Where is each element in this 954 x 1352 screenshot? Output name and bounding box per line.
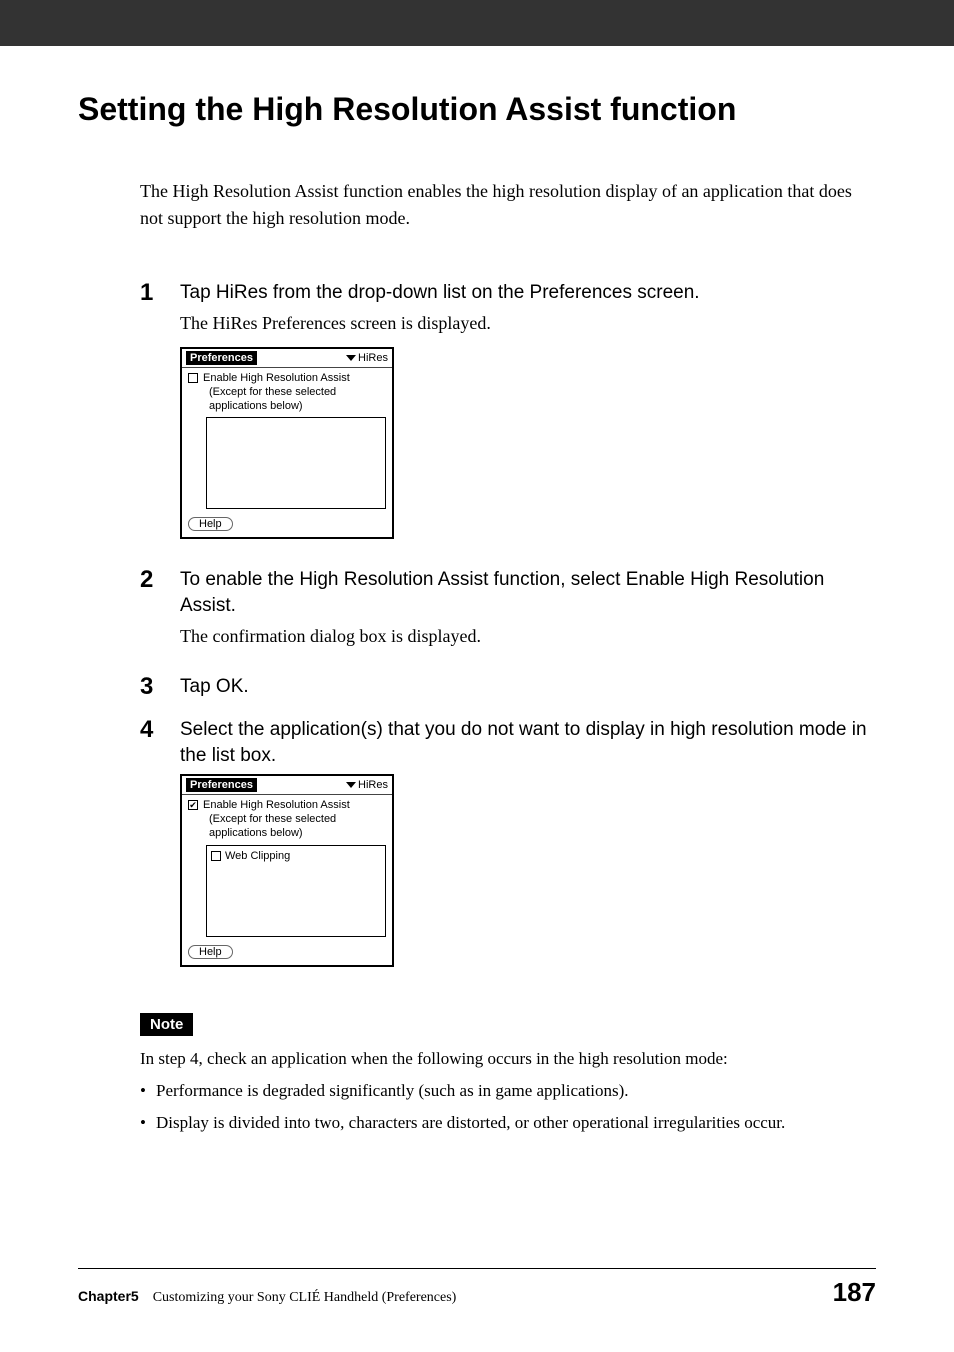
- ss-checkbox-checked[interactable]: ✔: [188, 800, 198, 810]
- note-bullet-2: • Display is divided into two, character…: [140, 1110, 876, 1136]
- screenshot-1: Preferences HiRes Enable High Resolution…: [180, 347, 394, 539]
- ss-app-list[interactable]: Web Clipping: [206, 845, 386, 937]
- step-title: Select the application(s) that you do no…: [180, 717, 876, 768]
- note-body: In step 4, check an application when the…: [140, 1046, 876, 1137]
- page-footer: Chapter5 Customizing your Sony CLIÉ Hand…: [78, 1268, 876, 1308]
- note-badge: Note: [140, 1013, 193, 1036]
- ss-help-button[interactable]: Help: [188, 945, 233, 959]
- ss-title-bar: Preferences: [186, 351, 257, 365]
- screenshot-2: Preferences HiRes ✔ Enable High Resoluti…: [180, 774, 394, 966]
- dropdown-triangle-icon: [346, 782, 356, 788]
- step-3: 3 Tap OK.: [140, 674, 876, 704]
- note-bullet-text: Performance is degraded significantly (s…: [156, 1078, 629, 1104]
- step-4: 4 Select the application(s) that you do …: [140, 717, 876, 981]
- ss-dropdown[interactable]: HiRes: [346, 778, 388, 792]
- ss-menu-label: HiRes: [358, 779, 388, 791]
- step-number: 1: [140, 280, 180, 553]
- ss-checkbox-unchecked[interactable]: [188, 373, 198, 383]
- step-title: Tap HiRes from the drop-down list on the…: [180, 280, 876, 306]
- step-number: 4: [140, 717, 180, 981]
- header-bar: [0, 0, 954, 46]
- note-intro: In step 4, check an application when the…: [140, 1046, 876, 1072]
- bullet-icon: •: [140, 1078, 156, 1104]
- ss-checkbox-sublabel: (Except for these selected applications …: [203, 386, 386, 414]
- step-title: To enable the High Resolution Assist fun…: [180, 567, 876, 618]
- step-2: 2 To enable the High Resolution Assist f…: [140, 567, 876, 659]
- step-number: 2: [140, 567, 180, 659]
- ss-list-item-label: Web Clipping: [225, 850, 290, 862]
- ss-menu-label: HiRes: [358, 352, 388, 364]
- dropdown-triangle-icon: [346, 355, 356, 361]
- step-number: 3: [140, 674, 180, 704]
- page-content: Setting the High Resolution Assist funct…: [0, 46, 954, 1137]
- footer-chapter: Chapter5: [78, 1288, 139, 1304]
- note-bullet-text: Display is divided into two, characters …: [156, 1110, 785, 1136]
- ss-app-list-empty[interactable]: [206, 417, 386, 509]
- intro-paragraph: The High Resolution Assist function enab…: [140, 178, 876, 232]
- ss-dropdown[interactable]: HiRes: [346, 351, 388, 365]
- step-title: Tap OK.: [180, 674, 876, 700]
- ss-checkbox-label: Enable High Resolution Assist: [203, 799, 386, 813]
- step-description: The confirmation dialog box is displayed…: [180, 623, 876, 650]
- ss-help-button[interactable]: Help: [188, 517, 233, 531]
- bullet-icon: •: [140, 1110, 156, 1136]
- ss-list-checkbox[interactable]: [211, 851, 221, 861]
- note-bullet-1: • Performance is degraded significantly …: [140, 1078, 876, 1104]
- page-number: 187: [833, 1277, 876, 1308]
- footer-subtitle: Customizing your Sony CLIÉ Handheld (Pre…: [153, 1290, 457, 1305]
- ss-title-bar: Preferences: [186, 778, 257, 792]
- page-title: Setting the High Resolution Assist funct…: [78, 90, 876, 128]
- ss-checkbox-label: Enable High Resolution Assist: [203, 372, 386, 386]
- step-description: The HiRes Preferences screen is displaye…: [180, 310, 876, 337]
- ss-checkbox-sublabel: (Except for these selected applications …: [203, 813, 386, 841]
- step-1: 1 Tap HiRes from the drop-down list on t…: [140, 280, 876, 553]
